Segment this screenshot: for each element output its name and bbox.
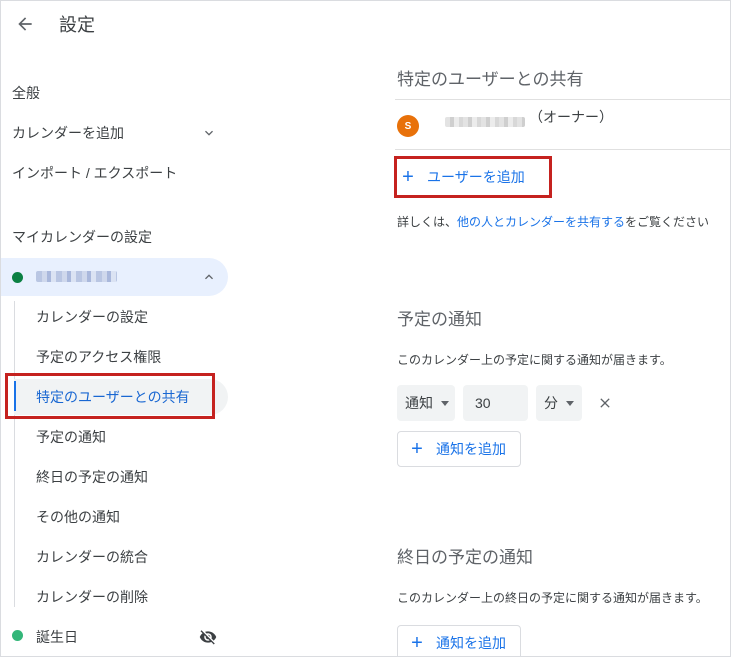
divider: [395, 149, 730, 150]
add-notification-button[interactable]: + 通知を追加: [397, 431, 521, 467]
remove-notification-button[interactable]: [593, 391, 617, 415]
allday-section-title: 終日の予定の通知: [397, 548, 533, 567]
notifications-description: このカレンダー上の予定に関する通知が届きます。: [397, 353, 672, 367]
share-section-title: 特定のユーザーとの共有: [397, 70, 584, 89]
arrow-back-icon: [18, 17, 32, 31]
sidebar-item-general[interactable]: 全般: [12, 83, 40, 103]
help-suffix: をご覧ください: [625, 215, 710, 229]
sidebar-item-access-permissions[interactable]: 予定のアクセス権限: [36, 347, 161, 367]
sidebar-item-calendar-settings[interactable]: カレンダーの設定: [36, 307, 148, 327]
owner-role-label: （オーナー）: [529, 109, 613, 125]
owner-name-redacted: [445, 117, 525, 127]
divider: [395, 99, 730, 100]
highlight-box-add-user: [394, 156, 552, 198]
visibility-off-icon[interactable]: [199, 628, 217, 646]
share-help-link[interactable]: 他の人とカレンダーを共有する: [457, 215, 625, 229]
notification-unit-select[interactable]: 分: [536, 385, 582, 421]
sidebar-item-allday-notifications[interactable]: 終日の予定の通知: [36, 467, 148, 487]
chevron-up-icon[interactable]: [201, 269, 217, 285]
add-allday-notification-label: 通知を追加: [436, 635, 506, 651]
dropdown-caret-icon: [441, 400, 449, 406]
sidebar-item-my-calendar[interactable]: [1, 258, 228, 296]
birthday-label: 誕生日: [36, 629, 78, 645]
notification-time-input[interactable]: [463, 385, 528, 421]
calendar-name-redacted: [36, 271, 117, 282]
notifications-section-title: 予定の通知: [397, 310, 482, 329]
add-allday-notification-button[interactable]: + 通知を追加: [397, 625, 521, 656]
birthday-color-dot: [12, 630, 23, 641]
close-icon: [600, 398, 610, 408]
header: 設定: [1, 1, 730, 47]
page-title: 設定: [59, 15, 95, 35]
sub-items-line: [14, 301, 15, 607]
settings-main: 特定のユーザーとの共有 S （オーナー） + ユーザーを追加 詳しくは、他の人と…: [381, 47, 730, 656]
sidebar-item-integrate-calendar[interactable]: カレンダーの統合: [36, 547, 148, 567]
notification-unit-value: 分: [544, 395, 558, 411]
chevron-down-icon[interactable]: [201, 125, 217, 141]
sidebar-item-import-export[interactable]: インポート / エクスポート: [12, 163, 177, 183]
dropdown-caret-icon: [566, 400, 574, 406]
highlight-box-sidebar: [5, 373, 215, 419]
add-notification-label: 通知を追加: [436, 441, 506, 457]
sidebar-item-add-calendar[interactable]: カレンダーを追加: [12, 123, 124, 143]
notification-type-select[interactable]: 通知: [397, 385, 455, 421]
avatar: S: [397, 115, 419, 137]
plus-icon: +: [411, 632, 423, 654]
share-help-text: 詳しくは、他の人とカレンダーを共有するをご覧ください: [397, 213, 709, 230]
help-prefix: 詳しくは、: [397, 215, 458, 229]
calendar-color-dot: [12, 272, 23, 283]
settings-window: 設定 全般 カレンダーを追加 インポート / エクスポート マイカレンダーの設定…: [0, 0, 731, 657]
sidebar-item-other-notifications[interactable]: その他の通知: [36, 507, 120, 527]
allday-description: このカレンダー上の終日の予定に関する通知が届きます。: [397, 591, 708, 605]
my-calendars-heading: マイカレンダーの設定: [12, 229, 152, 245]
back-button[interactable]: [5, 4, 45, 44]
notification-type-value: 通知: [405, 395, 433, 411]
sidebar-item-remove-calendar[interactable]: カレンダーの削除: [36, 587, 148, 607]
sidebar-item-event-notifications[interactable]: 予定の通知: [36, 427, 106, 447]
plus-icon: +: [411, 438, 423, 460]
sidebar-item-birthdays[interactable]: 誕生日: [1, 621, 228, 653]
